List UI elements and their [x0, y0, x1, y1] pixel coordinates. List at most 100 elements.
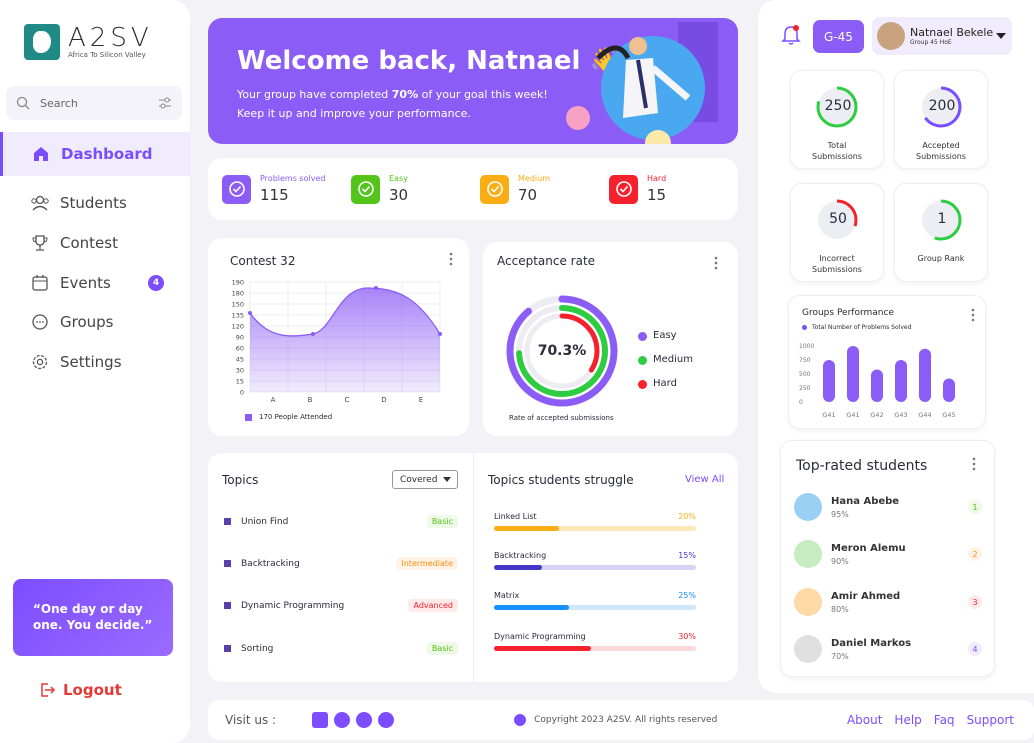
struggle-item: Matrix 25% [494, 591, 696, 610]
bar [943, 378, 955, 402]
student-row[interactable]: Daniel Markos 70% 4 [794, 635, 982, 663]
topics-title: Topics [222, 473, 259, 487]
y-tick-label: 150 [232, 301, 244, 309]
x-tick-label: D [381, 396, 386, 404]
dropdown-value: Covered [400, 474, 438, 485]
topic-item[interactable]: Backtracking Intermediate [224, 557, 458, 570]
y-tick-label: 30 [236, 367, 244, 375]
bar [895, 360, 907, 402]
student-score: 90% [831, 556, 849, 566]
avatar [877, 22, 905, 50]
calendar-icon [30, 273, 50, 293]
nav-item-groups[interactable]: Groups [0, 300, 190, 344]
trophy-icon [30, 233, 50, 253]
student-row[interactable]: Hana Abebe 95% 1 [794, 493, 982, 521]
check-icon [351, 174, 380, 204]
acceptance-legend: Easy Medium Hard [638, 324, 693, 396]
nav-item-events[interactable]: Events 4 [0, 261, 190, 305]
total-submissions-card: 250 Total Submissions [790, 70, 884, 169]
nav-item-students[interactable]: Students [0, 181, 190, 225]
more-options-icon[interactable] [972, 457, 976, 471]
telegram-icon[interactable] [356, 712, 373, 728]
footer-link-help[interactable]: Help [894, 713, 921, 727]
twitter-icon[interactable] [312, 712, 329, 728]
y-tick-label: 0 [240, 389, 244, 397]
sidebar: A2SV Africa To Silicon Valley Search Das… [0, 0, 190, 743]
footer-links: About Help Faq Support [847, 713, 1014, 727]
student-score: 70% [831, 651, 849, 661]
motivational-quote: “One day or day one. You decide.” [13, 579, 173, 656]
topics-card: Topics Covered Union Find Basic Backtrack… [208, 453, 738, 682]
check-icon [222, 174, 251, 204]
y-tick-label: 500 [799, 371, 811, 378]
logout-button[interactable]: Logout [38, 681, 122, 699]
submission-value: 200 [928, 98, 956, 114]
filter-sliders-icon[interactable] [158, 96, 172, 110]
x-tick-label: C [345, 396, 350, 404]
footer-link-about[interactable]: About [847, 713, 882, 727]
x-tick-label: G45 [942, 411, 955, 419]
topic-item[interactable]: Dynamic Programming Advanced [224, 599, 458, 612]
area-fill [250, 288, 440, 392]
incorrect-submissions-card: 50 Incorrect Submissions [790, 183, 884, 282]
avatar [794, 540, 822, 568]
difficulty-tag: Basic [426, 642, 458, 655]
y-tick-label: 250 [799, 385, 811, 392]
caret-down-icon [443, 476, 451, 482]
nav-label: Dashboard [61, 145, 153, 163]
legend-swatch [245, 413, 252, 421]
y-tick-label: 60 [236, 345, 244, 353]
topic-item[interactable]: Sorting Basic [224, 642, 458, 655]
nav-item-dashboard[interactable]: Dashboard [0, 132, 190, 176]
search-input[interactable]: Search [6, 86, 182, 120]
welcome-encouragement: Keep it up and improve your performance. [237, 107, 471, 120]
stat-hard: Hard 15 [609, 174, 666, 204]
linkedin-icon[interactable] [378, 712, 395, 728]
y-tick-label: 90 [236, 334, 244, 342]
difficulty-tag: Advanced [408, 599, 458, 612]
stat-problems-solved: Problems solved 115 [222, 174, 325, 204]
stat-value: 70 [518, 186, 538, 204]
brand-logo[interactable]: A2SV Africa To Silicon Valley [24, 24, 153, 60]
view-all-link[interactable]: View All [685, 474, 724, 485]
y-tick-label: 0 [799, 399, 803, 406]
nav-item-settings[interactable]: Settings [0, 340, 190, 384]
nav-item-contest[interactable]: Contest [0, 221, 190, 265]
y-tick-label: 45 [236, 356, 244, 364]
check-icon [480, 174, 509, 204]
footer-link-support[interactable]: Support [967, 713, 1014, 727]
user-profile-menu[interactable]: Natnael Bekele Group 45 HoE [872, 17, 1012, 55]
student-score: 80% [831, 604, 849, 614]
student-row[interactable]: Meron Alemu 90% 2 [794, 540, 982, 568]
x-tick-label: A [271, 396, 276, 404]
legend-medium: Medium [638, 348, 693, 372]
visit-us-label: Visit us : [225, 713, 277, 727]
x-tick-label: G41 [846, 411, 859, 419]
facebook-icon[interactable] [334, 712, 351, 728]
more-options-icon[interactable] [714, 256, 718, 270]
topic-item[interactable]: Union Find Basic [224, 515, 458, 528]
topics-filter-dropdown[interactable]: Covered [392, 470, 458, 489]
data-point [311, 332, 315, 336]
logout-label: Logout [63, 681, 122, 699]
submission-label: Accepted Submissions [916, 141, 966, 161]
data-point [374, 286, 378, 290]
y-tick-label: 190 [232, 279, 244, 287]
problem-stats: Problems solved 115 Easy 30 Medium 70 Hard 1… [208, 158, 738, 220]
rank-badge: 4 [968, 642, 982, 656]
stat-label: Hard [647, 174, 667, 183]
bar [823, 360, 835, 402]
welcome-progress-text: Your group have completed 70% of your go… [237, 88, 548, 101]
bell-icon[interactable] [781, 24, 801, 46]
acceptance-rate-card: Acceptance rate 70.3% Rate of accepted s… [483, 242, 738, 436]
submission-value: 50 [829, 211, 847, 227]
footer-link-faq[interactable]: Faq [934, 713, 955, 727]
search-placeholder: Search [40, 96, 78, 110]
avatar [794, 635, 822, 663]
student-row[interactable]: Amir Ahmed 80% 3 [794, 588, 982, 616]
student-score: 95% [831, 509, 849, 519]
stat-label: Medium [518, 174, 550, 183]
group-badge[interactable]: G-45 [813, 20, 864, 53]
submission-value: 1 [937, 211, 947, 227]
contest-chart-card: Contest 32 190 180 150 135 120 90 60 45 30 15 0 A B C… [208, 238, 469, 436]
